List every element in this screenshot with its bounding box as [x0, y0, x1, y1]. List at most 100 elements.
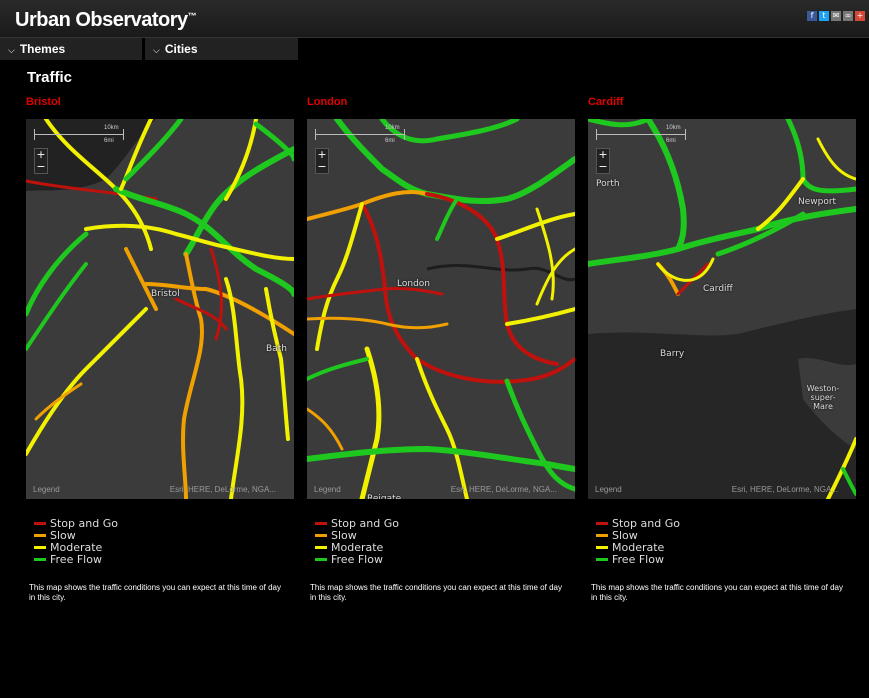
scale-tick	[404, 129, 405, 140]
place-label: Cardiff	[703, 284, 733, 294]
scale-mi-label: 6mi	[666, 138, 676, 144]
share-icons: f t ✉ ∞ +	[807, 11, 865, 21]
legend-swatch	[596, 557, 608, 561]
traffic-map[interactable]: London Reigate 10km 6mi + − Legend Esri, HERE, …	[307, 119, 575, 499]
zoom-out-button[interactable]: −	[597, 161, 609, 173]
legend-label: Free Flow	[50, 552, 102, 566]
road-segment-moderate	[505, 307, 575, 326]
road-segment-moderate	[656, 257, 715, 282]
traffic-legend: Stop and Go Slow Moderate Free Flow	[26, 517, 294, 566]
road-segment-free-flow	[504, 378, 575, 492]
road-segment-moderate	[264, 287, 290, 441]
legend-item: Stop and Go	[34, 517, 294, 530]
legend-item: Free Flow	[34, 552, 294, 566]
trademark-symbol: ™	[187, 11, 197, 21]
road-segment-moderate	[315, 202, 364, 351]
scale-km-label: 10km	[385, 125, 400, 131]
legend-swatch	[596, 521, 608, 525]
traffic-map-canvas	[588, 119, 856, 499]
road-segment-moderate	[26, 307, 148, 456]
scale-bar: 10km 6mi	[34, 125, 124, 146]
traffic-map-canvas	[26, 119, 294, 499]
facebook-icon[interactable]: f	[807, 11, 817, 21]
road-segment-free-flow	[253, 121, 294, 162]
traffic-map-canvas	[307, 119, 575, 499]
road-segment-slow	[307, 407, 344, 451]
legend-item: Free Flow	[315, 552, 575, 566]
legend-label: Free Flow	[331, 552, 383, 566]
legend-item: Stop and Go	[596, 517, 856, 530]
place-label: Porth	[596, 179, 620, 189]
zoom-out-button[interactable]: −	[316, 161, 328, 173]
traffic-map[interactable]: Bristol Bath 10km 6mi + − Legend Esri, HERE, De…	[26, 119, 294, 499]
themes-menu-label: Themes	[19, 42, 66, 56]
themes-menu[interactable]: ⌵ Themes	[0, 38, 142, 60]
legend-swatch	[34, 533, 46, 537]
header-bar: Urban Observatory™ f t ✉ ∞ +	[0, 0, 869, 38]
place-label: Barry	[660, 349, 685, 359]
zoom-out-button[interactable]: −	[35, 161, 47, 173]
scale-line	[34, 134, 124, 135]
zoom-control: + −	[315, 148, 329, 174]
place-label: Newport	[798, 197, 837, 207]
legend-item: Slow	[34, 529, 294, 542]
app-title-text: Urban Observatory	[15, 9, 188, 31]
traffic-legend: Stop and Go Slow Moderate Free Flow	[588, 517, 856, 566]
map-attribution: Esri, HERE, DeLorme, NGA...	[450, 485, 557, 494]
scale-km-label: 10km	[104, 125, 119, 131]
scale-line	[596, 134, 686, 135]
road-segment-free-flow	[435, 197, 459, 241]
email-icon[interactable]: ✉	[831, 11, 841, 21]
legend-swatch	[596, 545, 608, 549]
legend-swatch	[34, 557, 46, 561]
city-panel-london: London London Reigate 10km 6mi + − Legend Esri, …	[307, 96, 575, 603]
traffic-legend: Stop and Go Slow Moderate Free Flow	[307, 517, 575, 566]
scale-tick	[315, 129, 316, 140]
map-legend-button[interactable]: Legend	[314, 485, 341, 494]
road-segment-moderate	[359, 346, 382, 499]
app-window: Urban Observatory™ f t ✉ ∞ + ⌵ Themes ⌵ Cities…	[0, 0, 869, 698]
twitter-icon[interactable]: t	[819, 11, 829, 21]
road-segment-free-flow	[26, 262, 88, 351]
scale-bar: 10km 6mi	[315, 125, 405, 146]
legend-swatch	[315, 545, 327, 549]
cities-menu[interactable]: ⌵ Cities	[145, 38, 298, 60]
scale-tick	[34, 129, 35, 140]
city-name: London	[307, 96, 348, 108]
scale-tick	[685, 129, 686, 140]
legend-swatch	[315, 557, 327, 561]
city-panel-cardiff: Cardiff Cardiff Newport Barry Weston-super-M…	[588, 96, 856, 603]
google-plus-icon[interactable]: +	[855, 11, 865, 21]
scale-line	[315, 134, 405, 135]
legend-swatch	[596, 533, 608, 537]
map-legend-button[interactable]: Legend	[33, 485, 60, 494]
legend-item: Moderate	[596, 541, 856, 554]
legend-swatch	[34, 545, 46, 549]
map-legend-button[interactable]: Legend	[595, 485, 622, 494]
legend-swatch	[315, 533, 327, 537]
place-label: Reigate	[367, 494, 402, 499]
page-title: Traffic	[27, 69, 73, 86]
road-segment-slow	[34, 382, 83, 421]
zoom-control: + −	[34, 148, 48, 174]
road-segment-moderate	[495, 212, 575, 241]
scale-bar: 10km 6mi	[596, 125, 686, 146]
place-label: Bristol	[151, 289, 180, 299]
chevron-down-icon: ⌵	[8, 46, 15, 56]
app-title[interactable]: Urban Observatory™	[15, 9, 197, 32]
scale-tick	[596, 129, 597, 140]
map-description: This map shows the traffic conditions yo…	[310, 583, 562, 602]
road-segment-free-flow	[785, 119, 856, 194]
link-icon[interactable]: ∞	[843, 11, 853, 21]
road-segment-free-flow	[307, 357, 369, 381]
scale-tick	[123, 129, 124, 140]
road-segment-free-flow	[588, 206, 856, 267]
place-label: Bath	[266, 344, 287, 354]
legend-item: Moderate	[315, 541, 575, 554]
road-segment-free-flow	[307, 445, 575, 472]
place-label: Weston-super-Mare	[806, 384, 840, 411]
legend-item: Stop and Go	[315, 517, 575, 530]
legend-item: Moderate	[34, 541, 294, 554]
traffic-map[interactable]: Cardiff Newport Barry Weston-super-Mare Port…	[588, 119, 856, 499]
legend-item: Free Flow	[596, 553, 856, 566]
